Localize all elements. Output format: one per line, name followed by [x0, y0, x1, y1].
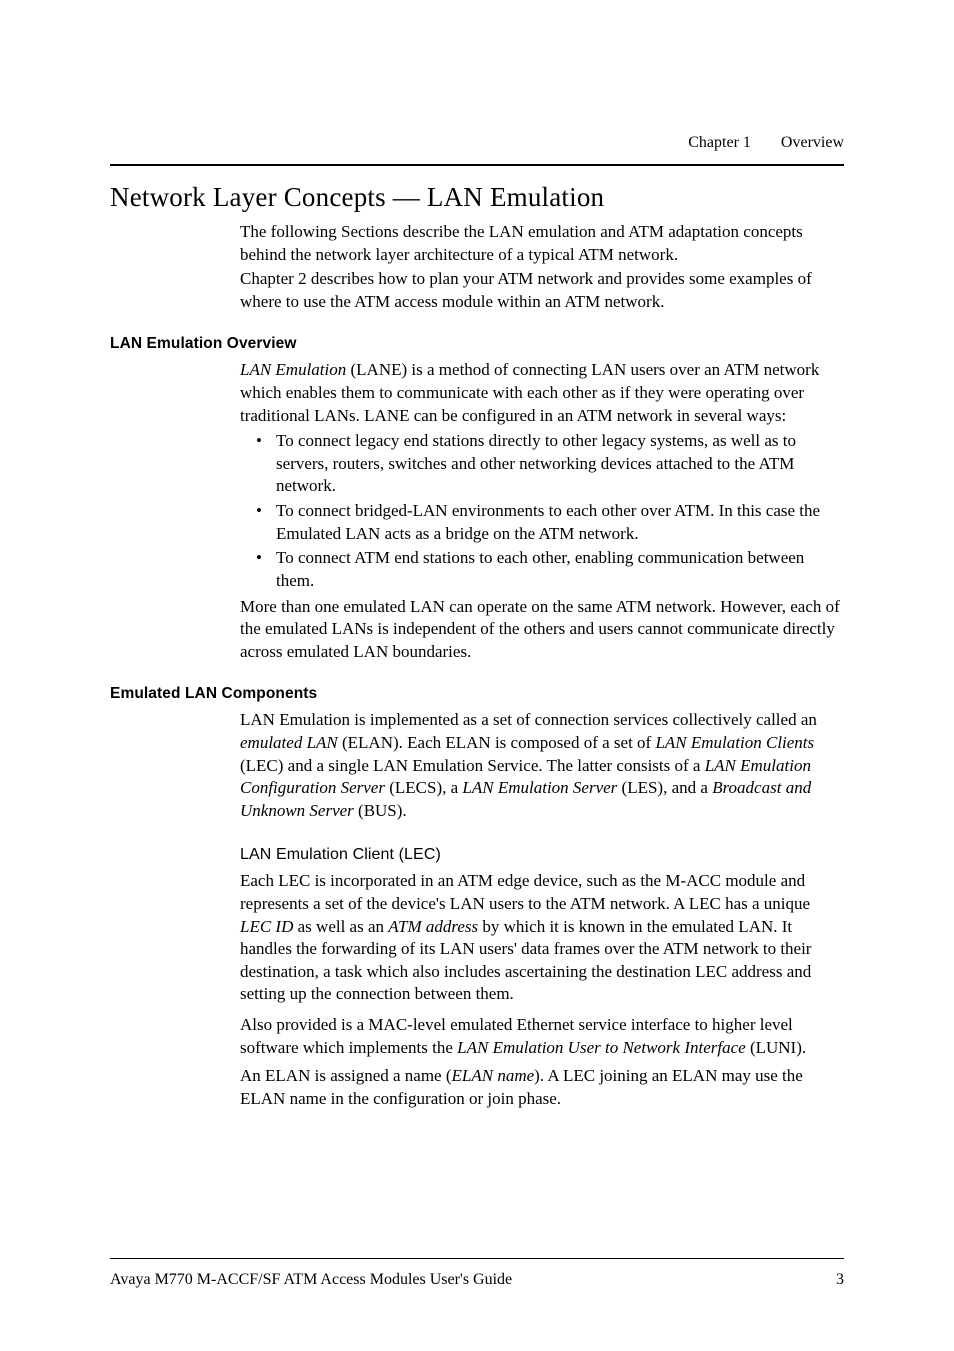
- page-number: 3: [836, 1271, 844, 1289]
- body-text: Each LEC is incorporated in an ATM edge …: [240, 870, 844, 1006]
- body-text: LAN Emulation (LANE) is a method of conn…: [240, 359, 844, 427]
- header-rule: [110, 164, 844, 166]
- body-text: More than one emulated LAN can operate o…: [240, 596, 844, 664]
- term-lec: LAN Emulation Clients: [655, 733, 814, 752]
- chapter-header: Chapter 1 Overview: [688, 134, 844, 152]
- bullet-list: To connect legacy end stations directly …: [240, 430, 844, 592]
- term-emulated-lan: emulated LAN: [240, 733, 338, 752]
- section-heading-elan-components: Emulated LAN Components: [110, 685, 844, 703]
- list-item: To connect ATM end stations to each othe…: [262, 547, 844, 592]
- term-elan-name: ELAN name: [452, 1066, 535, 1085]
- text-span: (ELAN). Each ELAN is composed of a set o…: [338, 733, 656, 752]
- text-span: (LUNI).: [746, 1038, 806, 1057]
- body-text: LAN Emulation is implemented as a set of…: [240, 709, 844, 822]
- text-span: (LECS), a: [385, 778, 462, 797]
- text-span: An ELAN is assigned a name (: [240, 1066, 452, 1085]
- text-span: LAN Emulation is implemented as a set of…: [240, 710, 817, 729]
- text-span: as well as an: [293, 917, 388, 936]
- chapter-label: Chapter 1: [688, 134, 751, 151]
- term-les: LAN Emulation Server: [462, 778, 617, 797]
- list-item: To connect legacy end stations directly …: [262, 430, 844, 498]
- intro-paragraph-2: Chapter 2 describes how to plan your ATM…: [240, 268, 844, 313]
- page-title: Network Layer Concepts — LAN Emulation: [110, 182, 844, 213]
- footer-title: Avaya M770 M-ACCF/SF ATM Access Modules …: [110, 1271, 512, 1289]
- text-span: (LES), and a: [617, 778, 712, 797]
- body-text: An ELAN is assigned a name (ELAN name). …: [240, 1065, 844, 1110]
- text-span: (LEC) and a single LAN Emulation Service…: [240, 756, 705, 775]
- term-lan-emulation: LAN Emulation: [240, 360, 346, 379]
- list-item: To connect bridged-LAN environments to e…: [262, 500, 844, 545]
- body-text: Also provided is a MAC-level emulated Et…: [240, 1014, 844, 1059]
- term-lec-id: LEC ID: [240, 917, 293, 936]
- sub-heading-lec: LAN Emulation Client (LEC): [240, 846, 844, 864]
- term-atm-address: ATM address: [388, 917, 478, 936]
- section-heading-lane-overview: LAN Emulation Overview: [110, 335, 844, 353]
- chapter-title: Overview: [781, 134, 844, 151]
- term-luni: LAN Emulation User to Network Interface: [457, 1038, 746, 1057]
- footer: Avaya M770 M-ACCF/SF ATM Access Modules …: [110, 1258, 844, 1289]
- text-span: (BUS).: [354, 801, 407, 820]
- intro-paragraph-1: The following Sections describe the LAN …: [240, 221, 844, 266]
- text-span: Each LEC is incorporated in an ATM edge …: [240, 871, 810, 913]
